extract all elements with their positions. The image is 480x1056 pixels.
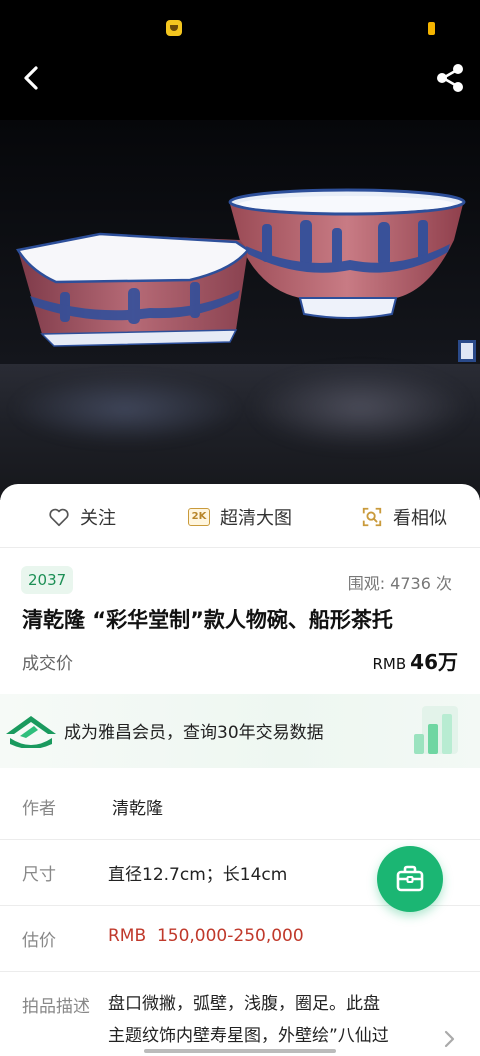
- description-text: 盘口微撇，弧壁，浅腹，圈足。此盘 主题纹饰内壁寿星图，外壁绘”八仙过: [108, 988, 428, 1052]
- follow-button[interactable]: 关注: [48, 504, 116, 530]
- back-arrow-icon: [24, 66, 38, 90]
- notification-emoji-icon: [166, 20, 182, 36]
- heart-icon: [48, 506, 70, 528]
- briefcase-icon: [396, 865, 424, 892]
- estimate-value: RMB 150,000-250,000: [108, 926, 304, 946]
- action-bar: 关注 2K 超清大图 看相似: [0, 484, 480, 548]
- photo-reflection: [0, 364, 480, 500]
- similar-button[interactable]: 看相似: [361, 504, 447, 530]
- hero-image-area: [0, 0, 480, 500]
- share-button[interactable]: [432, 60, 468, 96]
- hammer-price: RMB 46万: [373, 646, 459, 675]
- price-amount: 46万: [410, 650, 458, 674]
- chevron-right-icon[interactable]: [440, 1028, 458, 1050]
- scan-search-icon: [361, 506, 383, 528]
- data-chart-icon: [414, 706, 458, 754]
- lot-info-card: 关注 2K 超清大图 看相似 2037 围观: 4736 次 清乾隆 “彩华堂制…: [0, 484, 480, 694]
- author-value: 清乾隆: [112, 799, 163, 819]
- membership-text: 成为雅昌会员，查询30年交易数据: [64, 723, 324, 743]
- hd-badge-text: 2K: [188, 508, 210, 526]
- hd-image-button[interactable]: 2K 超清大图: [188, 504, 292, 530]
- estimate-label: 估价: [22, 931, 56, 951]
- lot-details: 作者 清乾隆 尺寸 直径12.7cm；长14cm 估价 RMB 150,000-…: [0, 774, 480, 1056]
- lot-number-badge: 2037: [21, 566, 74, 594]
- view-count: 围观: 4736 次: [347, 574, 452, 593]
- product-photo[interactable]: [0, 120, 480, 364]
- author-label: 作者: [22, 799, 56, 819]
- size-label: 尺寸: [22, 865, 56, 885]
- description-line-2: 主题纹饰内壁寿星图，外壁绘”八仙过: [108, 1026, 389, 1046]
- description-line-1: 盘口微撇，弧壁，浅腹，圈足。此盘: [108, 994, 380, 1014]
- price-label: 成交价: [22, 654, 73, 674]
- follow-label: 关注: [80, 508, 116, 529]
- detail-row-estimate: 估价 RMB 150,000-250,000: [0, 906, 480, 972]
- membership-banner[interactable]: 成为雅昌会员，查询30年交易数据: [0, 694, 480, 768]
- detail-row-author: 作者 清乾隆: [0, 774, 480, 840]
- description-label: 拍品描述: [22, 997, 90, 1017]
- hd-badge-icon: 2K: [188, 506, 210, 528]
- lot-title: 清乾隆 “彩华堂制”款人物碗、船形茶托: [22, 608, 393, 632]
- back-button[interactable]: [14, 60, 50, 96]
- size-value: 直径12.7cm；长14cm: [108, 865, 288, 885]
- battery-icon: [428, 22, 435, 35]
- similar-label: 看相似: [393, 508, 447, 529]
- share-icon: [437, 64, 463, 92]
- hd-image-label: 超清大图: [220, 508, 292, 529]
- floating-action-button[interactable]: [377, 846, 443, 912]
- status-bar: [0, 0, 480, 50]
- artron-logo-icon: [6, 716, 56, 748]
- home-indicator[interactable]: [144, 1049, 336, 1053]
- detail-row-description: 拍品描述 盘口微撇，弧壁，浅腹，圈足。此盘 主题纹饰内壁寿星图，外壁绘”八仙过: [0, 972, 480, 1056]
- price-currency: RMB: [372, 655, 407, 673]
